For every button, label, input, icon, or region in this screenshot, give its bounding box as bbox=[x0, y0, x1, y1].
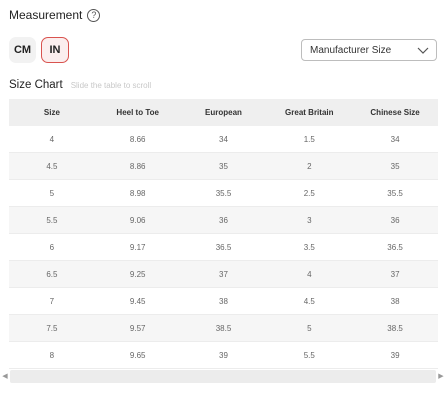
table-cell: 35.5 bbox=[180, 179, 267, 207]
table-cell: 4 bbox=[266, 260, 353, 288]
table-cell: 4.5 bbox=[9, 152, 95, 180]
table-cell: 2 bbox=[266, 152, 353, 180]
table-cell: 9.17 bbox=[94, 233, 181, 261]
table-row: 6.5 9.25 37 4 37 bbox=[9, 260, 438, 288]
table-cell: 37 bbox=[352, 260, 438, 288]
size-table-container[interactable]: Size Heel to Toe European Great Britain Chin… bbox=[9, 99, 438, 369]
table-cell: 38.5 bbox=[180, 314, 267, 342]
unit-in-button[interactable]: IN bbox=[41, 37, 69, 63]
table-cell: 4 bbox=[9, 126, 95, 153]
table-cell: 3.5 bbox=[266, 233, 353, 261]
size-type-select[interactable]: Manufacturer Size bbox=[301, 39, 437, 61]
table-cell: 38 bbox=[352, 287, 438, 315]
table-cell: 36 bbox=[352, 206, 438, 234]
table-row: 7.5 9.57 38.5 5 38.5 bbox=[9, 314, 438, 342]
table-cell: 35 bbox=[180, 152, 267, 180]
size-chart-title: Size Chart bbox=[9, 79, 63, 91]
horizontal-scrollbar[interactable]: ◀ ▶ bbox=[0, 367, 446, 385]
table-cell: 9.65 bbox=[94, 341, 181, 369]
table-cell: 9.57 bbox=[94, 314, 181, 342]
table-cell: 36.5 bbox=[180, 233, 267, 261]
table-row: 4 8.66 34 1.5 34 bbox=[9, 126, 438, 153]
table-cell: 35 bbox=[352, 152, 438, 180]
table-cell: 5.5 bbox=[9, 206, 95, 234]
help-icon[interactable]: ? bbox=[87, 8, 101, 22]
table-row: 8 9.65 39 5.5 39 bbox=[9, 341, 438, 369]
table-cell: 6.5 bbox=[9, 260, 95, 288]
table-cell: 8.66 bbox=[94, 126, 181, 153]
table-cell: 5 bbox=[9, 179, 95, 207]
table-cell: 5.5 bbox=[266, 341, 353, 369]
table-cell: 9.06 bbox=[94, 206, 181, 234]
table-row: 5.5 9.06 36 3 36 bbox=[9, 206, 438, 234]
table-cell: 36 bbox=[180, 206, 267, 234]
column-header: Chinese Size bbox=[352, 99, 438, 126]
measurement-title: Measurement bbox=[9, 8, 83, 22]
unit-cm-button[interactable]: CM bbox=[9, 37, 36, 63]
table-header-row: Size Heel to Toe European Great Britain Chin… bbox=[9, 99, 438, 126]
table-cell: 36.5 bbox=[352, 233, 438, 261]
table-cell: 3 bbox=[266, 206, 353, 234]
size-table: Size Heel to Toe European Great Britain Chin… bbox=[9, 99, 438, 369]
table-cell: 4.5 bbox=[266, 287, 353, 315]
table-cell: 9.45 bbox=[94, 287, 181, 315]
table-cell: 8 bbox=[9, 341, 95, 369]
table-cell: 39 bbox=[352, 341, 438, 369]
table-cell: 6 bbox=[9, 233, 95, 261]
table-body: 4 8.66 34 1.5 34 4.5 8.86 35 2 35 5 8.98 35.5 2.5 35.5… bbox=[9, 126, 438, 369]
table-cell: 1.5 bbox=[266, 126, 353, 153]
table-cell: 8.98 bbox=[94, 179, 181, 207]
scroll-hint: Slide the table to scroll bbox=[70, 81, 152, 90]
table-cell: 7 bbox=[9, 287, 95, 315]
table-cell: 38.5 bbox=[352, 314, 438, 342]
scroll-right-icon[interactable]: ▶ bbox=[436, 372, 446, 380]
table-cell: 9.25 bbox=[94, 260, 181, 288]
table-cell: 38 bbox=[180, 287, 267, 315]
table-cell: 35.5 bbox=[352, 179, 438, 207]
chevron-down-icon bbox=[417, 47, 429, 54]
table-cell: 5 bbox=[266, 314, 353, 342]
table-cell: 8.86 bbox=[94, 152, 181, 180]
size-chart-header: Size Chart Slide the table to scroll bbox=[9, 79, 151, 91]
table-cell: 39 bbox=[180, 341, 267, 369]
size-type-select-value: Manufacturer Size bbox=[310, 44, 392, 56]
table-row: 7 9.45 38 4.5 38 bbox=[9, 287, 438, 315]
column-header: Heel to Toe bbox=[94, 99, 181, 126]
column-header: Size bbox=[9, 99, 95, 126]
table-row: 5 8.98 35.5 2.5 35.5 bbox=[9, 179, 438, 207]
table-row: 4.5 8.86 35 2 35 bbox=[9, 152, 438, 180]
scrollbar-thumb[interactable] bbox=[10, 369, 436, 383]
table-cell: 34 bbox=[352, 126, 438, 153]
measurement-header: Measurement ? bbox=[9, 8, 101, 22]
table-cell: 2.5 bbox=[266, 179, 353, 207]
table-row: 6 9.17 36.5 3.5 36.5 bbox=[9, 233, 438, 261]
table-cell: 7.5 bbox=[9, 314, 95, 342]
column-header: Great Britain bbox=[266, 99, 353, 126]
table-cell: 34 bbox=[180, 126, 267, 153]
table-cell: 37 bbox=[180, 260, 267, 288]
column-header: European bbox=[180, 99, 267, 126]
scroll-left-icon[interactable]: ◀ bbox=[0, 372, 10, 380]
